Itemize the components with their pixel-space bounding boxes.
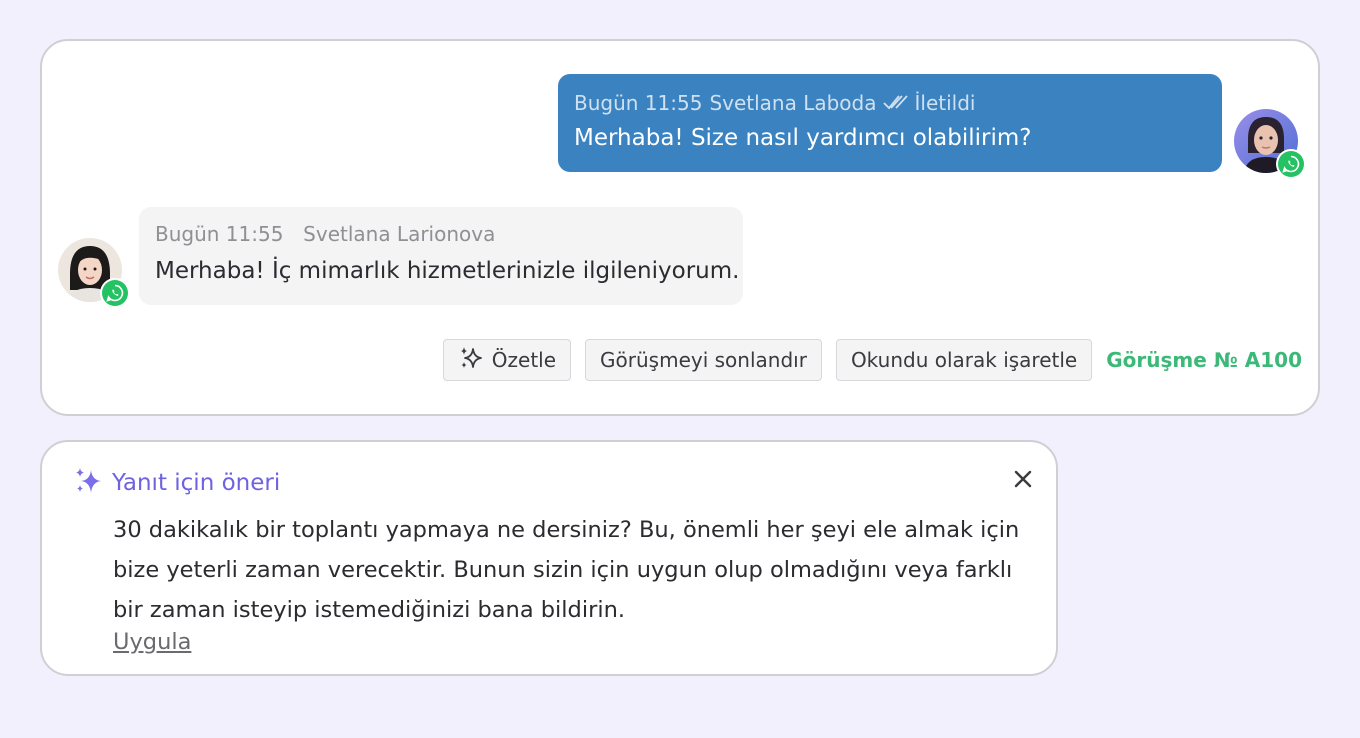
chat-panel: Bugün 11:55 Svetlana Laboda İletildi Mer… <box>40 39 1320 416</box>
ai-sparkles-icon <box>74 466 104 500</box>
suggestion-text: 30 dakikalık bir toplantı yapmaya ne der… <box>113 517 1020 623</box>
summarize-label: Özetle <box>491 348 557 372</box>
incoming-message-time: Bugün 11:55 <box>155 222 284 246</box>
outgoing-message: Bugün 11:55 Svetlana Laboda İletildi Mer… <box>558 74 1222 172</box>
conversation-actions: Özetle Görüşmeyi sonlandır Okundu olarak… <box>442 339 1302 381</box>
mark-as-read-button[interactable]: Okundu olarak işaretle <box>835 339 1093 381</box>
end-conversation-button[interactable]: Görüşmeyi sonlandır <box>585 339 822 381</box>
conversation-number: Görüşme № A100 <box>1106 348 1302 372</box>
whatsapp-icon <box>1276 149 1306 179</box>
close-icon <box>1013 469 1033 493</box>
outgoing-message-author: Svetlana Laboda <box>709 91 877 115</box>
incoming-message: Bugün 11:55 Svetlana Larionova Merhaba! … <box>139 207 743 305</box>
incoming-message-author: Svetlana Larionova <box>303 222 496 246</box>
client-avatar[interactable] <box>58 238 130 308</box>
incoming-message-text: Merhaba! İç mimarlık hizmetlerinizle ilg… <box>155 258 740 284</box>
outgoing-message-meta: Bugün 11:55 Svetlana Laboda İletildi <box>574 89 1206 117</box>
suggestion-title: Yanıt için öneri <box>112 470 281 496</box>
apply-suggestion-link[interactable]: Uygula <box>113 629 191 655</box>
outgoing-message-status: İletildi <box>914 91 976 115</box>
reply-suggestion-panel: Yanıt için öneri 30 dakikalık bir toplan… <box>40 440 1058 676</box>
double-check-icon <box>882 91 909 115</box>
agent-avatar[interactable] <box>1234 109 1306 179</box>
sparkles-icon <box>458 345 484 376</box>
outgoing-message-text: Merhaba! Size nasıl yardımcı olabilirim? <box>574 125 1032 151</box>
incoming-message-meta: Bugün 11:55 Svetlana Larionova <box>155 222 727 250</box>
outgoing-message-time: Bugün 11:55 <box>574 91 703 115</box>
summarize-button[interactable]: Özetle <box>442 339 572 381</box>
close-suggestion-button[interactable] <box>1008 466 1038 496</box>
whatsapp-icon <box>100 278 130 308</box>
suggestion-header: Yanıt için öneri <box>74 466 280 500</box>
